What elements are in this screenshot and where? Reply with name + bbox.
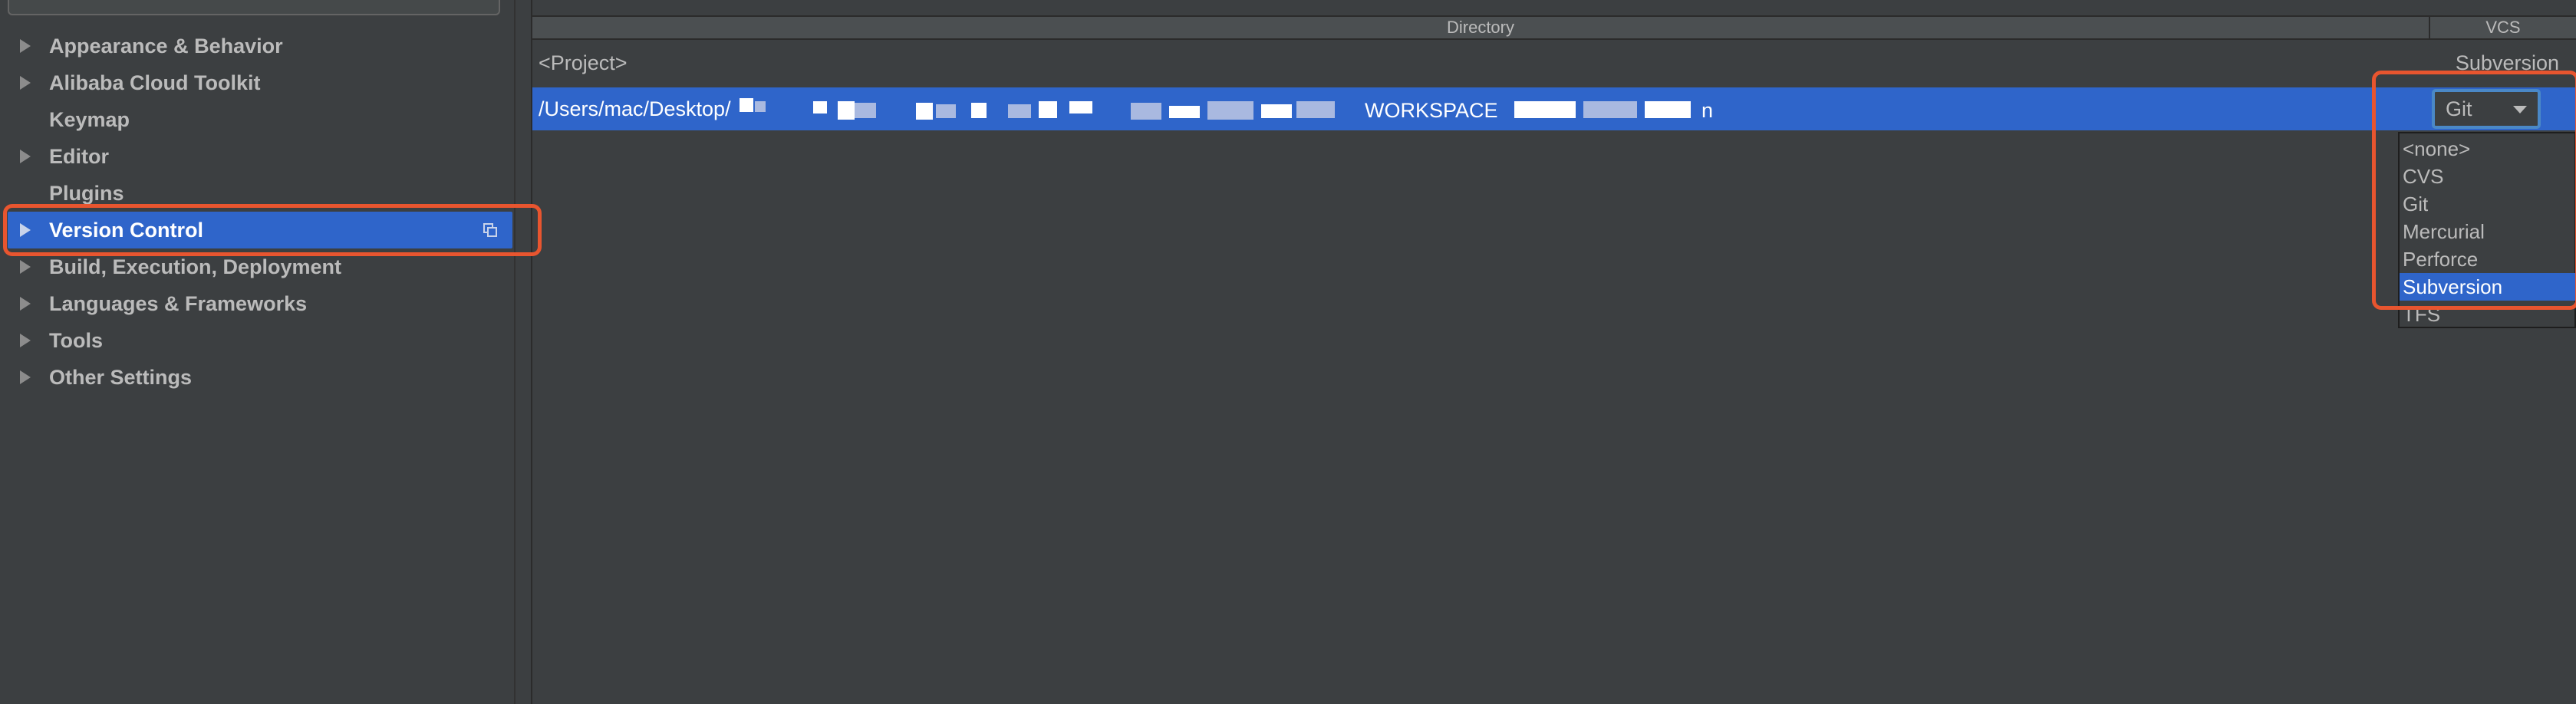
directory-cell: <Project> [539,51,628,74]
vcs-option-cvs[interactable]: CVS [2400,163,2576,190]
column-header-label: Directory [1446,18,1514,37]
redaction-block [1207,101,1253,120]
column-header-directory[interactable]: Directory [532,17,2430,40]
expand-arrow-icon[interactable] [20,296,32,311]
directory-path-fragment: WORKSPACE [1365,99,1498,122]
sidebar-item-plugins[interactable]: Plugins [8,175,512,212]
redaction-block [1296,101,1335,118]
project-settings-copy-icon [483,223,497,237]
settings-search-input[interactable] [8,0,500,15]
redaction-block [1008,104,1031,118]
vcs-option-none[interactable]: <none> [2400,135,2576,163]
redaction-block [755,101,766,112]
sidebar-item-label: Appearance & Behavior [49,34,283,58]
vcs-option-subversion[interactable]: Subversion [2400,273,2576,301]
sidebar-item-editor[interactable]: Editor [8,138,512,175]
version-control-panel: Directory VCS <Project> Subversion /User… [532,0,2576,704]
panel-gutter [516,0,531,704]
expand-arrow-icon[interactable] [20,333,32,348]
sidebar-item-label: Languages & Frameworks [49,291,308,315]
directory-path-fragment: n [1701,99,1714,122]
sidebar-item-other-settings[interactable]: Other Settings [8,359,512,396]
sidebar-item-alibaba-cloud-toolkit[interactable]: Alibaba Cloud Toolkit [8,64,512,101]
vcs-option-perforce[interactable]: Perforce [2400,245,2576,273]
sidebar-item-label: Keymap [49,107,130,131]
expand-arrow-icon[interactable] [20,259,32,275]
redaction-block [1169,106,1200,118]
vcs-dropdown-list: <none> CVS Git Mercurial Perforce Subver… [2398,132,2576,328]
expand-arrow-icon[interactable] [20,222,32,238]
settings-sidebar: Appearance & Behavior Alibaba Cloud Tool… [0,0,514,704]
sidebar-item-keymap[interactable]: Keymap [8,101,512,138]
vcs-cell: Subversion [2455,51,2559,74]
redaction-block [1039,101,1057,118]
redaction-block [740,98,753,112]
panel-top-strip [532,0,2576,17]
directory-cell: /Users/mac/Desktop/ [539,87,731,130]
redaction-block [1131,103,1161,120]
vcs-option-mercurial[interactable]: Mercurial [2400,218,2576,245]
sidebar-item-label: Alibaba Cloud Toolkit [49,71,261,94]
sidebar-item-build-execution-deployment[interactable]: Build, Execution, Deployment [8,248,512,285]
sidebar-item-label: Tools [49,328,103,352]
vcs-select[interactable]: Git [2432,89,2541,129]
expand-arrow-icon[interactable] [20,149,32,164]
sidebar-item-label: Plugins [49,181,124,205]
redaction-block [1261,104,1292,118]
directory-path-prefix: /Users/mac/Desktop/ [539,97,731,120]
expand-arrow-icon[interactable] [20,370,32,385]
redaction-block [838,101,855,120]
sidebar-item-languages-frameworks[interactable]: Languages & Frameworks [8,285,512,322]
sidebar-item-label: Editor [49,144,109,168]
redaction-block [1645,101,1691,118]
vcs-option-git[interactable]: Git [2400,190,2576,218]
redaction-block [916,103,933,120]
sidebar-item-version-control[interactable]: Version Control [8,212,512,248]
sidebar-item-tools[interactable]: Tools [8,322,512,359]
vcs-option-tfs[interactable]: TFS [2400,301,2576,328]
vcs-select-value: Git [2446,97,2472,120]
redaction-block [936,104,956,118]
redaction-block [971,103,987,118]
sidebar-item-label: Version Control [49,218,204,242]
redaction-block [1069,101,1092,113]
expand-arrow-icon[interactable] [20,75,32,90]
chevron-down-icon [2513,106,2527,113]
table-row-project[interactable]: <Project> Subversion [532,41,2576,84]
column-header-label: VCS [2485,18,2521,37]
redaction-block [855,103,876,118]
sidebar-item-appearance-behavior[interactable]: Appearance & Behavior [8,28,512,64]
redaction-block [1514,101,1576,118]
sidebar-item-label: Other Settings [49,365,193,389]
expand-arrow-icon[interactable] [20,38,32,54]
redaction-block [1583,101,1637,118]
redaction-block [813,101,827,113]
table-row-mapping[interactable]: /Users/mac/Desktop/ WORKSPACE n [532,87,2576,130]
sidebar-item-label: Build, Execution, Deployment [49,255,342,278]
column-header-vcs[interactable]: VCS [2430,17,2576,40]
